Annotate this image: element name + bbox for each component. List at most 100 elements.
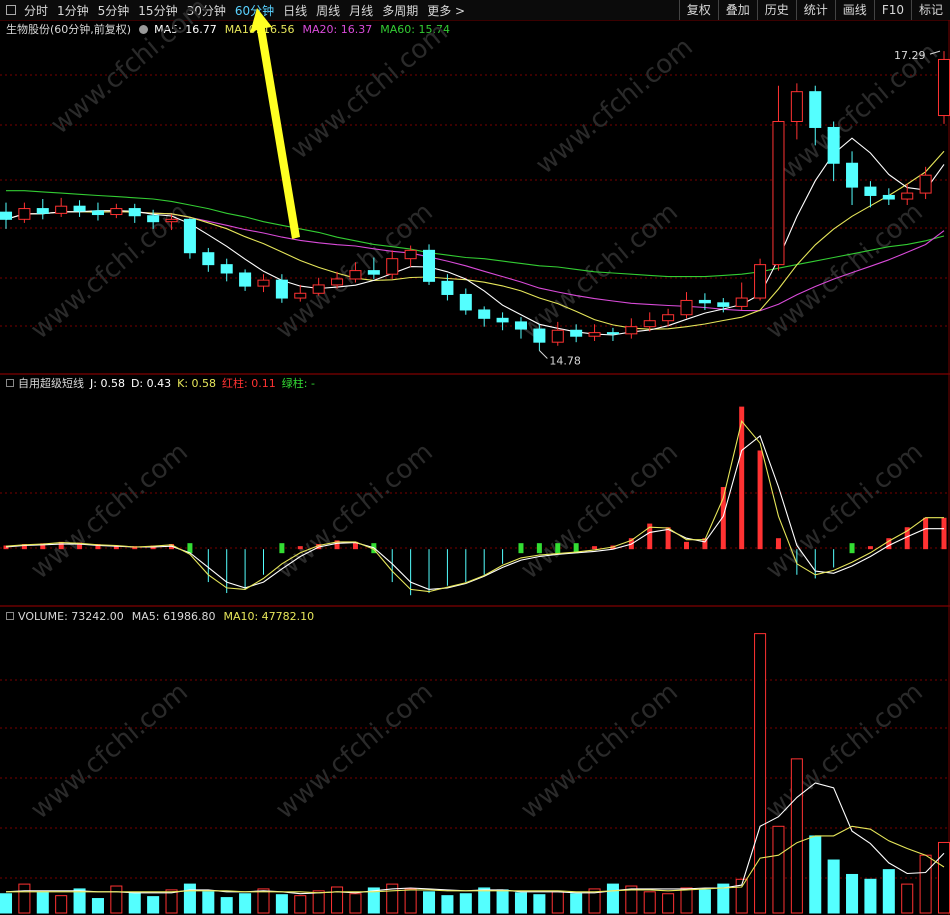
candle: [643, 320, 656, 328]
candle: [735, 297, 748, 307]
volume-bar: [680, 887, 693, 914]
candle: [404, 249, 417, 260]
volume-bar: [533, 894, 546, 914]
watermark-text: www.cfchi.com: [285, 17, 454, 165]
candle: [662, 314, 675, 322]
volume-bar: [91, 898, 104, 914]
volume-bar: [662, 893, 675, 914]
volume-bar: [551, 891, 564, 914]
kdj-bar: [775, 538, 781, 550]
volume-bar: [110, 885, 123, 914]
candle: [588, 332, 601, 337]
volume-bar: [790, 758, 803, 914]
volume-bar: [606, 883, 619, 914]
volume-bar: [570, 893, 583, 914]
volume-bar: [220, 897, 233, 914]
watermark-text: www.cfchi.com: [760, 197, 929, 345]
volume-bar: [441, 895, 454, 914]
candle: [809, 91, 822, 128]
volume-bar: [864, 878, 877, 914]
volume-bar: [809, 835, 822, 914]
candle: [625, 326, 638, 335]
volume-bar: [331, 886, 344, 914]
d-line: [5, 434, 944, 590]
volume-bar: [294, 895, 307, 914]
volume-bar: [919, 854, 932, 914]
kdj-bar: [297, 546, 303, 550]
volume-bar: [459, 893, 472, 914]
candle: [441, 280, 454, 295]
candle: [478, 309, 491, 319]
candle: [239, 272, 252, 287]
candle: [55, 205, 68, 214]
watermark-text: www.cfchi.com: [760, 677, 929, 825]
candle: [570, 329, 583, 337]
candle: [717, 302, 730, 307]
kdj-bar: [941, 517, 947, 550]
candle: [846, 162, 859, 188]
kdj-bar: [923, 517, 929, 550]
volume-bar: [257, 888, 270, 914]
candle: [937, 58, 950, 117]
candle: [386, 258, 399, 275]
high-price-label: 17.29: [894, 49, 926, 62]
volume-bar: [404, 888, 417, 914]
watermark-text: www.cfchi.com: [515, 197, 684, 345]
volume-bar: [478, 887, 491, 914]
k-line: [5, 420, 944, 593]
low-price-label: 14.78: [549, 355, 581, 368]
volume-bar: [514, 892, 527, 914]
candle: [183, 218, 196, 254]
volume-bar: [128, 892, 141, 914]
kdj-bar: [279, 543, 285, 554]
volume-bar: [772, 825, 785, 914]
candle: [882, 194, 895, 200]
volume-bar: [183, 883, 196, 914]
candle: [110, 208, 123, 216]
volume-bar: [937, 841, 950, 914]
volume-bar: [882, 869, 895, 914]
volume-bar: [0, 893, 13, 914]
kdj-bar: [592, 546, 598, 550]
candle: [367, 270, 380, 275]
volume-bar: [275, 894, 288, 914]
watermark-text: www.cfchi.com: [515, 437, 684, 585]
watermark-text: www.cfchi.com: [760, 437, 929, 585]
candle: [423, 249, 436, 282]
candle: [901, 192, 914, 200]
volume-bar: [312, 890, 325, 914]
candle: [312, 284, 325, 294]
candle: [0, 211, 13, 220]
candle: [147, 215, 160, 223]
candle: [275, 279, 288, 299]
candle: [698, 299, 711, 304]
volume-bar: [239, 893, 252, 914]
candle: [772, 121, 785, 266]
chart-canvas[interactable]: www.cfchi.com www.cfchi.com www.cfchi.com w…: [0, 0, 950, 915]
candle: [514, 321, 527, 330]
kdj-bar: [684, 541, 690, 550]
watermark-text: www.cfchi.com: [270, 677, 439, 825]
watermark-text: www.cfchi.com: [270, 437, 439, 585]
volume-bar: [754, 633, 767, 914]
low-marker: [539, 350, 548, 359]
volume-bar: [698, 889, 711, 914]
volume-ma10-line: [6, 825, 945, 894]
volume-bar: [55, 895, 68, 914]
candle: [606, 332, 619, 335]
volume-bar: [202, 891, 215, 914]
candle: [128, 208, 141, 217]
volume-bar: [147, 896, 160, 914]
candle: [349, 270, 362, 280]
volume-bar: [36, 891, 49, 914]
candle: [257, 279, 270, 287]
candle: [459, 293, 472, 311]
candle: [551, 329, 564, 343]
kdj-bar: [518, 543, 524, 554]
volume-bar: [423, 891, 436, 914]
watermark-text: www.cfchi.com: [25, 677, 194, 825]
volume-bar: [827, 859, 840, 914]
candle: [680, 299, 693, 316]
candle: [754, 264, 767, 299]
kdj-bar: [849, 543, 855, 554]
